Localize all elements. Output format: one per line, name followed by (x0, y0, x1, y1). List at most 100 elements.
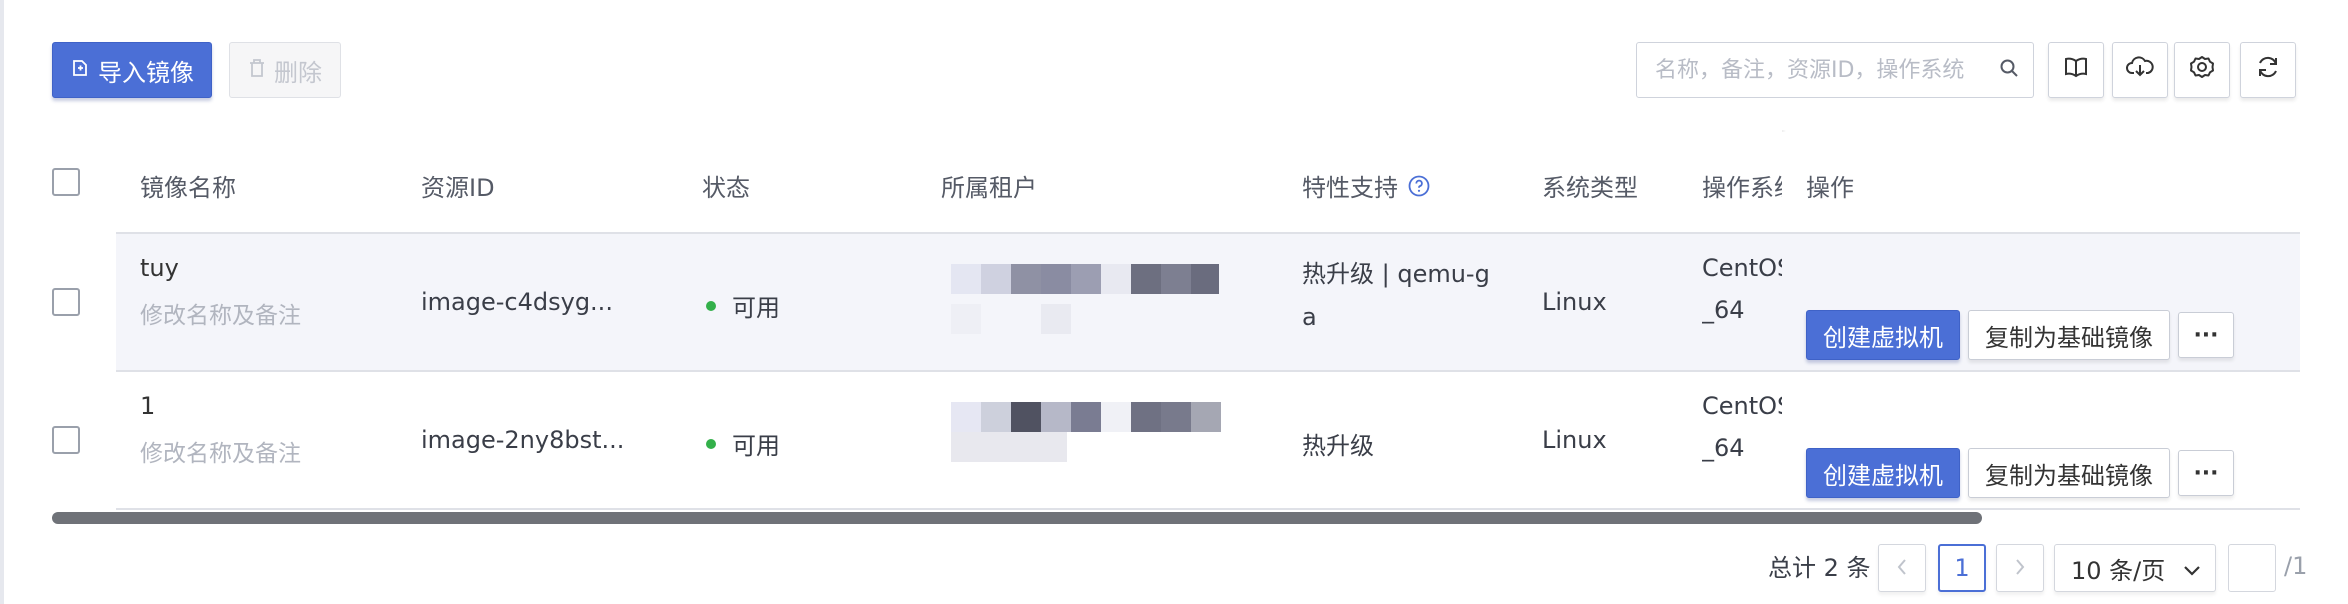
delete-button[interactable]: 删除 (229, 42, 341, 98)
redaction-block (1101, 402, 1131, 432)
features-cell: 热升级 | qemu-g a (1302, 254, 1502, 331)
redaction-block (1071, 402, 1101, 432)
name-cell: 1 修改名称及备注 (140, 392, 301, 468)
page-count-suffix: /1 (2284, 552, 2308, 580)
left-edge-border (0, 0, 4, 604)
redaction-block (1161, 402, 1191, 432)
system-type: Linux (1542, 426, 1607, 454)
redaction-block (951, 432, 1067, 462)
tenant-cell-redacted (951, 264, 1221, 344)
image-name: 1 (140, 392, 156, 420)
copy-as-base-image-button[interactable]: 复制为基础镜像 (1968, 448, 2170, 498)
more-actions-button[interactable]: ··· (2178, 312, 2234, 358)
header-name[interactable]: 镜像名称 (140, 168, 236, 203)
page-size-value: 10 条/页 (2071, 556, 2166, 585)
gear-icon (2189, 54, 2215, 86)
help-circle-icon[interactable] (1408, 175, 1430, 197)
chevron-left-icon (1896, 554, 1908, 582)
chevron-right-icon (2014, 554, 2026, 582)
create-vm-button[interactable]: 创建虚拟机 (1806, 310, 1960, 360)
features-line: 热升级 | qemu-g (1302, 260, 1490, 288)
redaction-block (1131, 264, 1161, 294)
prev-page-button[interactable] (1878, 544, 1926, 592)
redaction-block (1131, 402, 1161, 432)
create-vm-button[interactable]: 创建虚拟机 (1806, 448, 1960, 498)
status-text: 可用 (732, 432, 780, 460)
page-size-select[interactable]: 10 条/页 (2054, 544, 2216, 592)
header-features-group: 特性支持 (1302, 168, 1430, 203)
delete-label: 删除 (274, 58, 322, 87)
import-image-button[interactable]: 导入镜像 (52, 42, 212, 98)
status-text: 可用 (732, 294, 780, 322)
chevron-down-icon (2183, 554, 2201, 582)
import-icon (70, 56, 90, 84)
status-dot (706, 300, 716, 311)
redaction-block (1191, 264, 1219, 294)
header-tenant[interactable]: 所属租户 (941, 168, 1037, 203)
system-type: Linux (1542, 288, 1607, 316)
search-input[interactable] (1655, 57, 1999, 83)
header-system-type[interactable]: 系统类型 (1542, 168, 1638, 203)
horizontal-scrollbar[interactable] (52, 512, 1982, 524)
trash-icon (248, 56, 266, 84)
docs-button[interactable] (2048, 42, 2104, 98)
header-status[interactable]: 状态 (702, 168, 750, 203)
os-line: CentOS (1702, 392, 1782, 420)
features-line: 热升级 (1302, 432, 1374, 460)
refresh-icon (2255, 54, 2281, 86)
book-icon (2063, 55, 2089, 85)
os-line: _64 (1702, 434, 1745, 462)
status-cell: 可用 (706, 426, 780, 461)
redaction-block (1011, 264, 1041, 294)
copy-as-base-image-button[interactable]: 复制为基础镜像 (1968, 310, 2170, 360)
redaction-block (1011, 402, 1041, 432)
actions-column: 操作 创建虚拟机 复制为基础镜像 ··· 创建虚拟机 复制为基础镜像 ··· (1782, 132, 2300, 512)
redaction-block (1041, 264, 1071, 294)
features-line: a (1302, 303, 1317, 331)
tenant-cell-redacted (951, 402, 1241, 482)
header-resource-id[interactable]: 资源ID (421, 168, 495, 203)
cloud-download-icon (2126, 55, 2154, 85)
status-cell: 可用 (706, 288, 780, 323)
redaction-block (1101, 264, 1131, 294)
os-cell: CentOS _64 (1702, 392, 1782, 462)
redaction-block (1071, 264, 1101, 294)
redaction-block (981, 264, 1011, 294)
row-checkbox[interactable] (52, 288, 80, 316)
select-all-checkbox[interactable] (52, 168, 80, 196)
name-cell: tuy 修改名称及备注 (140, 254, 301, 330)
search-icon[interactable] (1999, 56, 2019, 84)
redaction-block (951, 304, 981, 334)
import-image-label: 导入镜像 (98, 58, 194, 87)
redaction-block (951, 402, 981, 432)
redaction-block (1191, 402, 1221, 432)
redaction-block (1041, 402, 1071, 432)
header-os[interactable]: 操作系统 (1702, 168, 1782, 203)
edit-name-note-link[interactable]: 修改名称及备注 (140, 296, 301, 330)
redaction-block (1161, 264, 1191, 294)
download-button[interactable] (2112, 42, 2168, 98)
page-jump-input[interactable] (2228, 544, 2276, 592)
os-cell: CentOS _64 (1702, 254, 1782, 324)
search-box[interactable] (1636, 42, 2034, 98)
actions-header-bg (1782, 132, 2300, 234)
header-features[interactable]: 特性支持 (1302, 168, 1398, 203)
pagination-total: 总计 2 条 (1768, 554, 1871, 582)
refresh-button[interactable] (2240, 42, 2296, 98)
redaction-block (1041, 304, 1071, 334)
os-line: CentOS (1702, 254, 1782, 282)
redaction-block (981, 402, 1011, 432)
resource-id[interactable]: image-2ny8bst... (421, 426, 624, 454)
settings-button[interactable] (2174, 42, 2230, 98)
next-page-button[interactable] (1996, 544, 2044, 592)
edit-name-note-link[interactable]: 修改名称及备注 (140, 434, 301, 468)
redaction-block (951, 264, 981, 294)
resource-id[interactable]: image-c4dsyg... (421, 288, 613, 316)
page-number-current[interactable]: 1 (1938, 544, 1986, 592)
more-actions-button[interactable]: ··· (2178, 450, 2234, 496)
status-dot (706, 438, 716, 449)
os-line: _64 (1702, 296, 1745, 324)
row-checkbox[interactable] (52, 426, 80, 454)
image-name: tuy (140, 254, 179, 282)
header-actions: 操作 (1806, 174, 1854, 202)
